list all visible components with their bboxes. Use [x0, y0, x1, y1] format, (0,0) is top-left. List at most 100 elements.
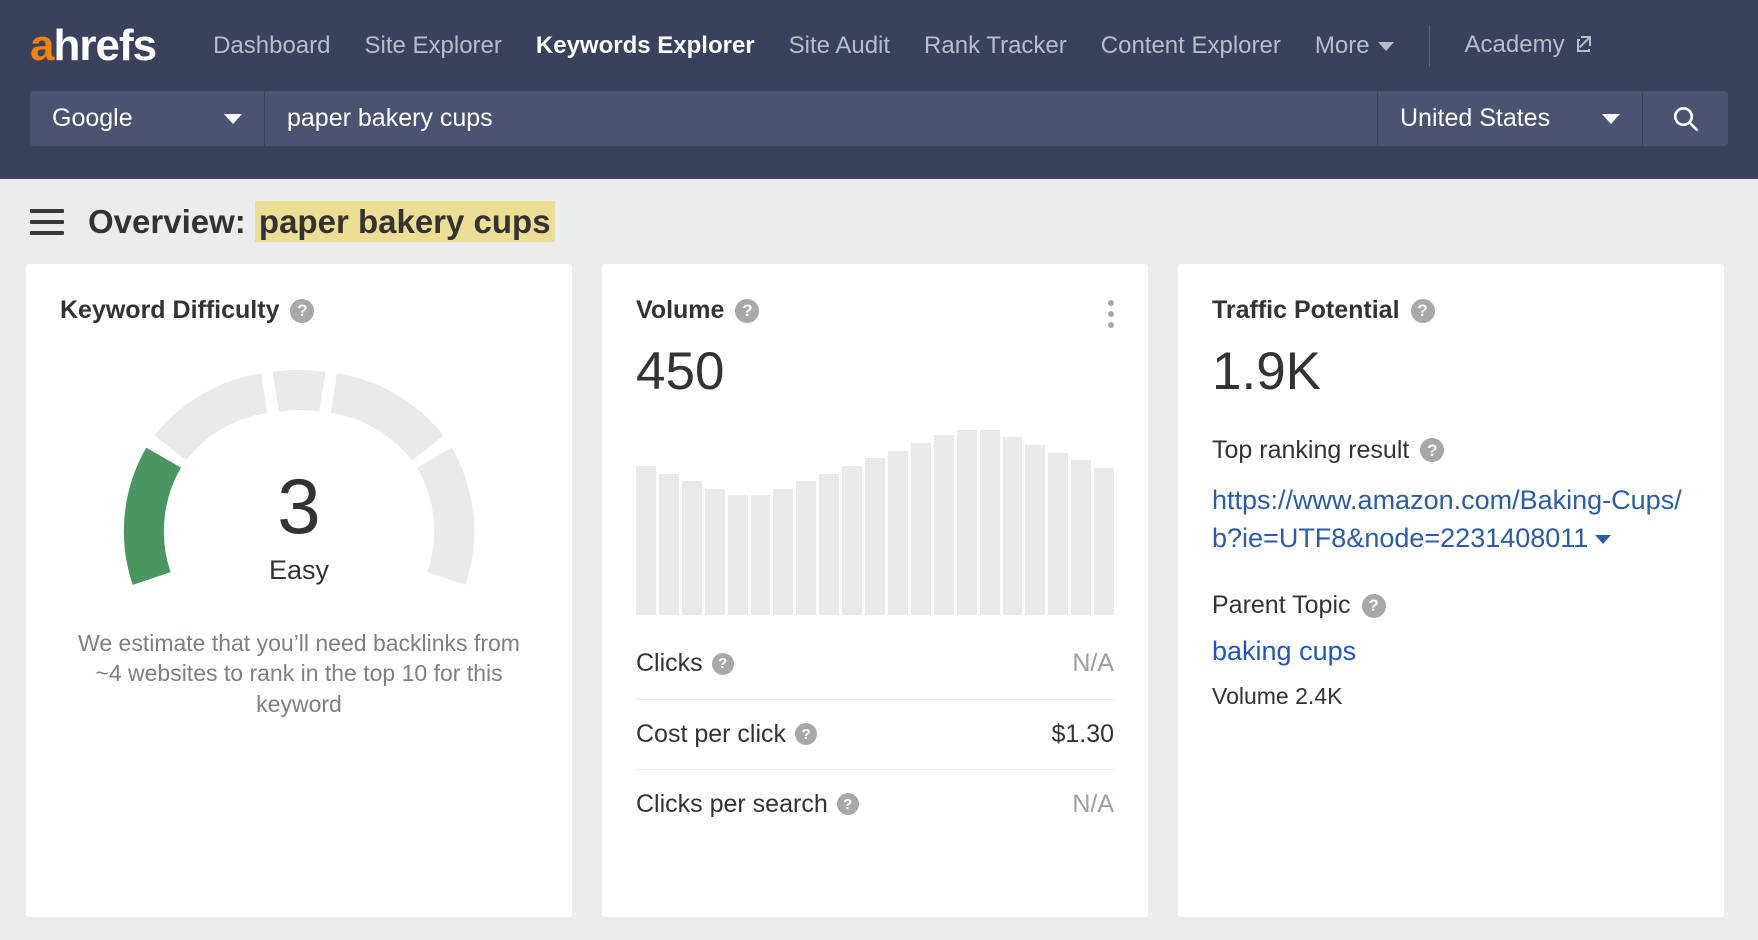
search-icon — [1671, 104, 1701, 134]
volume-bar[interactable] — [911, 443, 931, 615]
volume-bar[interactable] — [1048, 453, 1068, 615]
nav-item-site-explorer[interactable]: Site Explorer — [348, 32, 519, 60]
page-title: Overview: paper bakery cups — [88, 203, 555, 241]
nav-divider — [1429, 25, 1430, 67]
volume-bar[interactable] — [682, 481, 702, 615]
volume-bar[interactable] — [957, 430, 977, 615]
more-options-icon[interactable] — [1108, 300, 1114, 328]
nav-item-site-audit[interactable]: Site Audit — [772, 32, 907, 60]
parent-topic-label-text: Parent Topic — [1212, 591, 1351, 620]
chevron-down-icon — [1602, 114, 1620, 124]
gauge-segment-4 — [334, 393, 428, 448]
volume-bar[interactable] — [773, 489, 793, 615]
volume-bar[interactable] — [728, 495, 748, 615]
metric-value: N/A — [1072, 790, 1114, 819]
metric-label: Cost per click ? — [636, 720, 817, 749]
keyword-difficulty-score: 3 — [60, 467, 538, 545]
search-button[interactable] — [1643, 91, 1728, 146]
traffic-potential-card: Traffic Potential ? 1.9K Top ranking res… — [1178, 264, 1724, 917]
search-engine-value: Google — [52, 104, 133, 133]
volume-bar[interactable] — [705, 489, 725, 615]
volume-bar[interactable] — [888, 451, 908, 615]
logo-letter-a: a — [30, 24, 53, 68]
keyword-difficulty-rating: Easy — [60, 555, 538, 586]
nav-item-dashboard[interactable]: Dashboard — [196, 32, 347, 60]
volume-bar[interactable] — [636, 466, 656, 615]
country-select[interactable]: United States — [1378, 91, 1643, 146]
external-link-icon — [1574, 32, 1594, 60]
top-ranking-result-text: Top ranking result — [1212, 436, 1409, 465]
metric-label: Clicks per search ? — [636, 790, 859, 819]
page-content: Overview: paper bakery cups Keyword Diff… — [0, 179, 1758, 917]
keyword-difficulty-title: Keyword Difficulty ? — [60, 296, 538, 325]
question-mark-icon[interactable]: ? — [290, 299, 314, 323]
volume-title: Volume ? — [636, 296, 1114, 325]
nav-item-content-explorer[interactable]: Content Explorer — [1084, 32, 1298, 60]
volume-bar[interactable] — [934, 435, 954, 614]
volume-title-label: Volume — [636, 296, 724, 325]
keyword-difficulty-note: We estimate that you’ll need backlinks f… — [60, 628, 538, 719]
nav-item-keywords-explorer[interactable]: Keywords Explorer — [519, 32, 772, 60]
question-mark-icon[interactable]: ? — [795, 723, 817, 745]
keyword-search-bar: Google United States — [0, 91, 1758, 179]
volume-bar[interactable] — [819, 474, 839, 615]
metric-row-cost-per-click: Cost per click ? $1.30 — [636, 699, 1114, 769]
question-mark-icon[interactable]: ? — [1420, 438, 1444, 462]
metric-value: N/A — [1072, 649, 1114, 678]
question-mark-icon[interactable]: ? — [735, 299, 759, 323]
metric-value: $1.30 — [1051, 720, 1114, 749]
volume-bar[interactable] — [1071, 460, 1091, 614]
metric-label-text: Clicks per search — [636, 790, 828, 819]
volume-bar[interactable] — [865, 458, 885, 614]
traffic-potential-title: Traffic Potential ? — [1212, 296, 1690, 325]
top-navigation-bar: ahrefs Dashboard Site Explorer Keywords … — [0, 0, 1758, 91]
volume-bar[interactable] — [1025, 445, 1045, 615]
nav-item-more[interactable]: More — [1298, 32, 1411, 60]
question-mark-icon[interactable]: ? — [1411, 299, 1435, 323]
nav-item-academy-label: Academy — [1465, 31, 1565, 58]
gauge-center-readout: 3 Easy — [60, 467, 538, 586]
keyword-search-input[interactable] — [265, 91, 1378, 146]
country-value: United States — [1400, 104, 1550, 133]
nav-item-rank-tracker[interactable]: Rank Tracker — [907, 32, 1084, 60]
volume-bar[interactable] — [796, 481, 816, 615]
ahrefs-logo[interactable]: ahrefs — [30, 24, 156, 68]
volume-bar[interactable] — [842, 466, 862, 615]
page-header-row: Overview: paper bakery cups — [26, 179, 1732, 264]
top-ranking-result-link[interactable]: https://www.amazon.com/Baking-Cups/b?ie=… — [1212, 481, 1690, 558]
page-title-prefix: Overview: — [88, 203, 255, 240]
chevron-down-icon — [224, 114, 242, 124]
question-mark-icon[interactable]: ? — [1362, 594, 1386, 618]
metric-row-clicks-per-search: Clicks per search ? N/A — [636, 769, 1114, 839]
parent-topic-volume: Volume 2.4K — [1212, 683, 1690, 710]
volume-card: Volume ? 450 Clicks ? N/A Cost per — [602, 264, 1148, 917]
keyword-difficulty-card: Keyword Difficulty ? — [26, 264, 572, 917]
nav-item-more-label: More — [1315, 32, 1370, 59]
keyword-difficulty-title-label: Keyword Difficulty — [60, 296, 279, 325]
volume-bar[interactable] — [659, 474, 679, 615]
metric-label-text: Cost per click — [636, 720, 786, 749]
search-engine-select[interactable]: Google — [30, 91, 265, 146]
volume-bar[interactable] — [980, 430, 1000, 615]
volume-bar[interactable] — [1003, 437, 1023, 614]
volume-bar[interactable] — [1094, 468, 1114, 615]
metric-label: Clicks ? — [636, 649, 734, 678]
parent-topic-keyword-link[interactable]: baking cups — [1212, 636, 1690, 667]
chevron-down-icon[interactable] — [1595, 535, 1611, 544]
hamburger-icon[interactable] — [30, 209, 64, 235]
chevron-down-icon — [1378, 42, 1394, 51]
nav-item-academy[interactable]: Academy — [1448, 31, 1611, 60]
page-title-keyword: paper bakery cups — [255, 201, 555, 242]
keyword-difficulty-gauge: 3 Easy — [60, 347, 538, 592]
volume-value: 450 — [636, 344, 1114, 400]
question-mark-icon[interactable]: ? — [712, 653, 734, 675]
metric-row-clicks: Clicks ? N/A — [636, 629, 1114, 699]
metric-label-text: Clicks — [636, 649, 703, 678]
search-controls: Google United States — [30, 91, 1728, 146]
question-mark-icon[interactable]: ? — [837, 793, 859, 815]
logo-text: hrefs — [53, 24, 156, 68]
volume-bar[interactable] — [751, 495, 771, 615]
gauge-segment-3 — [276, 390, 323, 392]
volume-metrics-list: Clicks ? N/A Cost per click ? $1.30 Clic… — [636, 629, 1114, 839]
primary-nav-links: Dashboard Site Explorer Keywords Explore… — [196, 25, 1611, 67]
